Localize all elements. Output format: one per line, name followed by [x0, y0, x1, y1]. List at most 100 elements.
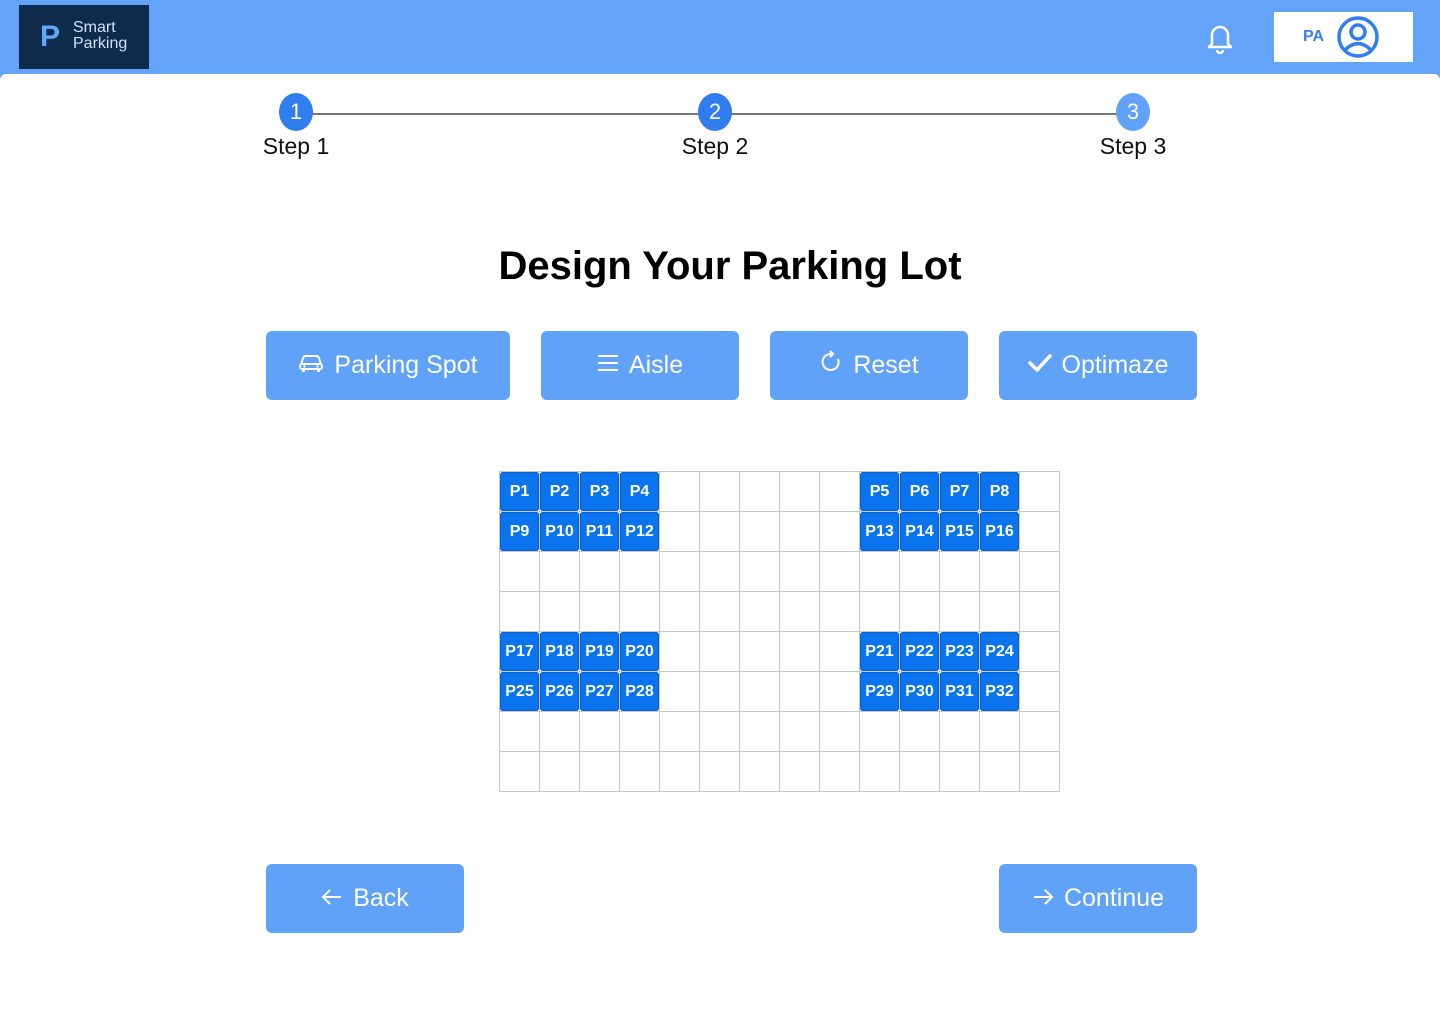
parking-spot[interactable]: P30	[900, 672, 939, 711]
grid-cell[interactable]	[860, 552, 900, 592]
parking-spot[interactable]: P29	[860, 672, 899, 711]
grid-cell[interactable]	[780, 672, 820, 712]
grid-cell[interactable]	[780, 552, 820, 592]
grid-cell[interactable]	[660, 592, 700, 632]
grid-cell[interactable]	[620, 592, 660, 632]
grid-cell[interactable]	[700, 752, 740, 792]
step-1-indicator[interactable]: 1	[279, 93, 313, 131]
grid-cell[interactable]	[580, 712, 620, 752]
parking-spot[interactable]: P12	[620, 512, 659, 551]
grid-cell[interactable]	[660, 512, 700, 552]
grid-cell[interactable]	[540, 752, 580, 792]
grid-cell[interactable]	[660, 472, 700, 512]
aisle-button[interactable]: Aisle	[541, 331, 739, 400]
parking-spot[interactable]: P8	[980, 472, 1019, 511]
grid-cell[interactable]	[500, 752, 540, 792]
grid-cell[interactable]	[860, 592, 900, 632]
grid-cell[interactable]	[540, 712, 580, 752]
grid-cell[interactable]	[740, 472, 780, 512]
parking-spot[interactable]: P15	[940, 512, 979, 551]
step-2-indicator[interactable]: 2	[698, 93, 732, 131]
grid-cell[interactable]	[820, 712, 860, 752]
parking-spot[interactable]: P9	[500, 512, 539, 551]
continue-button[interactable]: Continue	[999, 864, 1197, 933]
grid-cell[interactable]	[540, 552, 580, 592]
grid-cell[interactable]	[740, 712, 780, 752]
grid-cell[interactable]	[980, 592, 1020, 632]
optimize-button[interactable]: Optimaze	[999, 331, 1197, 400]
grid-cell[interactable]	[620, 752, 660, 792]
grid-cell[interactable]	[660, 752, 700, 792]
grid-cell[interactable]	[740, 672, 780, 712]
grid-cell[interactable]	[700, 592, 740, 632]
grid-cell[interactable]	[860, 752, 900, 792]
grid-cell[interactable]	[940, 592, 980, 632]
grid-cell[interactable]	[1020, 752, 1060, 792]
parking-spot[interactable]: P23	[940, 632, 979, 671]
grid-cell[interactable]	[780, 512, 820, 552]
grid-cell[interactable]	[660, 712, 700, 752]
grid-cell[interactable]	[820, 752, 860, 792]
grid-cell[interactable]	[780, 592, 820, 632]
grid-cell[interactable]	[740, 552, 780, 592]
grid-cell[interactable]	[820, 672, 860, 712]
grid-cell[interactable]	[940, 712, 980, 752]
grid-cell[interactable]	[700, 552, 740, 592]
back-button[interactable]: Back	[266, 864, 464, 933]
parking-spot[interactable]: P18	[540, 632, 579, 671]
parking-spot-button[interactable]: Parking Spot	[266, 331, 510, 400]
grid-cell[interactable]	[1020, 632, 1060, 672]
parking-spot[interactable]: P17	[500, 632, 539, 671]
grid-cell[interactable]	[700, 472, 740, 512]
parking-spot[interactable]: P22	[900, 632, 939, 671]
parking-spot[interactable]: P28	[620, 672, 659, 711]
grid-cell[interactable]	[1020, 592, 1060, 632]
grid-cell[interactable]	[1020, 672, 1060, 712]
grid-cell[interactable]	[580, 752, 620, 792]
grid-cell[interactable]	[900, 752, 940, 792]
parking-spot[interactable]: P19	[580, 632, 619, 671]
grid-cell[interactable]	[700, 512, 740, 552]
parking-spot[interactable]: P11	[580, 512, 619, 551]
parking-spot[interactable]: P7	[940, 472, 979, 511]
grid-cell[interactable]	[820, 632, 860, 672]
grid-cell[interactable]	[580, 592, 620, 632]
grid-cell[interactable]	[820, 472, 860, 512]
parking-spot[interactable]: P21	[860, 632, 899, 671]
parking-spot[interactable]: P16	[980, 512, 1019, 551]
grid-cell[interactable]	[1020, 552, 1060, 592]
grid-cell[interactable]	[820, 592, 860, 632]
grid-cell[interactable]	[1020, 472, 1060, 512]
parking-spot[interactable]: P14	[900, 512, 939, 551]
parking-lot-grid[interactable]: P1 P2 P3 P4 P5 P6 P7 P8 P9 P10 P11 P12 P13 P14 P15 P16 P…	[499, 471, 1060, 792]
parking-spot[interactable]: P24	[980, 632, 1019, 671]
grid-cell[interactable]	[660, 632, 700, 672]
grid-cell[interactable]	[540, 592, 580, 632]
grid-cell[interactable]	[980, 552, 1020, 592]
parking-spot[interactable]: P4	[620, 472, 659, 511]
grid-cell[interactable]	[1020, 712, 1060, 752]
parking-spot[interactable]: P20	[620, 632, 659, 671]
grid-cell[interactable]	[660, 552, 700, 592]
parking-spot[interactable]: P25	[500, 672, 539, 711]
grid-cell[interactable]	[980, 752, 1020, 792]
grid-cell[interactable]	[500, 552, 540, 592]
grid-cell[interactable]	[620, 552, 660, 592]
grid-cell[interactable]	[780, 632, 820, 672]
grid-cell[interactable]	[980, 712, 1020, 752]
step-3-indicator[interactable]: 3	[1116, 93, 1150, 131]
grid-cell[interactable]	[620, 712, 660, 752]
grid-cell[interactable]	[500, 712, 540, 752]
parking-spot[interactable]: P27	[580, 672, 619, 711]
grid-cell[interactable]	[700, 632, 740, 672]
parking-spot[interactable]: P32	[980, 672, 1019, 711]
grid-cell[interactable]	[660, 672, 700, 712]
grid-cell[interactable]	[700, 672, 740, 712]
grid-cell[interactable]	[900, 552, 940, 592]
grid-cell[interactable]	[1020, 512, 1060, 552]
reset-button[interactable]: Reset	[770, 331, 968, 400]
grid-cell[interactable]	[740, 632, 780, 672]
grid-cell[interactable]	[820, 512, 860, 552]
grid-cell[interactable]	[780, 712, 820, 752]
grid-cell[interactable]	[780, 752, 820, 792]
